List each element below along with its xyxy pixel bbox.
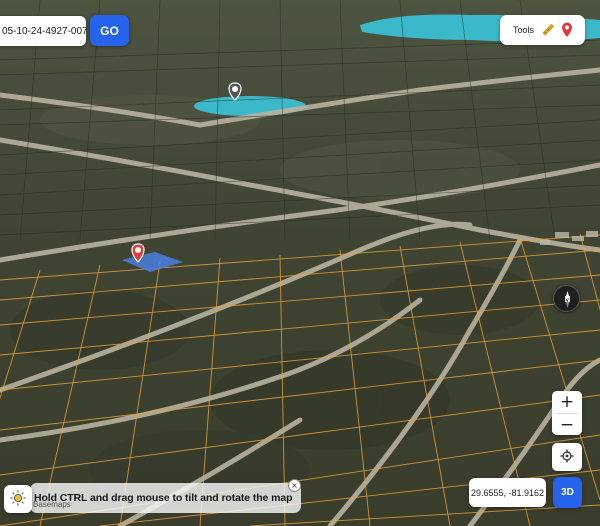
parcel-search-input[interactable] <box>2 25 86 37</box>
compass-label: N <box>565 295 571 304</box>
tilt-hint-text: Hold CTRL and drag mouse to tilt and rot… <box>34 492 293 504</box>
zoom-in-button[interactable]: + <box>552 391 582 413</box>
crosshair-icon <box>560 448 574 463</box>
map-canvas[interactable] <box>0 0 600 526</box>
ruler-icon[interactable] <box>541 23 555 37</box>
basemaps-label: Basemaps <box>33 500 71 509</box>
tools-panel[interactable]: Tools <box>500 15 585 45</box>
3d-toggle-button[interactable]: 3D <box>553 477 582 508</box>
basemaps-button[interactable] <box>4 485 32 513</box>
compass-icon: N <box>565 291 571 308</box>
satellite-map[interactable] <box>0 0 600 526</box>
basemaps-icon <box>10 489 26 506</box>
compass-button[interactable]: N <box>553 285 580 312</box>
parcel-search-box[interactable] <box>0 16 86 46</box>
pond <box>194 96 306 116</box>
close-icon[interactable]: × <box>288 479 301 492</box>
map-pin-icon[interactable] <box>561 22 573 38</box>
go-button[interactable]: GO <box>90 15 129 46</box>
coordinates-readout: 29.6555, -81.9162 <box>469 478 546 507</box>
locate-button[interactable] <box>552 443 582 471</box>
zoom-out-button[interactable]: − <box>552 414 582 435</box>
tools-label: Tools <box>513 25 535 35</box>
zoom-controls: + − <box>552 391 582 435</box>
